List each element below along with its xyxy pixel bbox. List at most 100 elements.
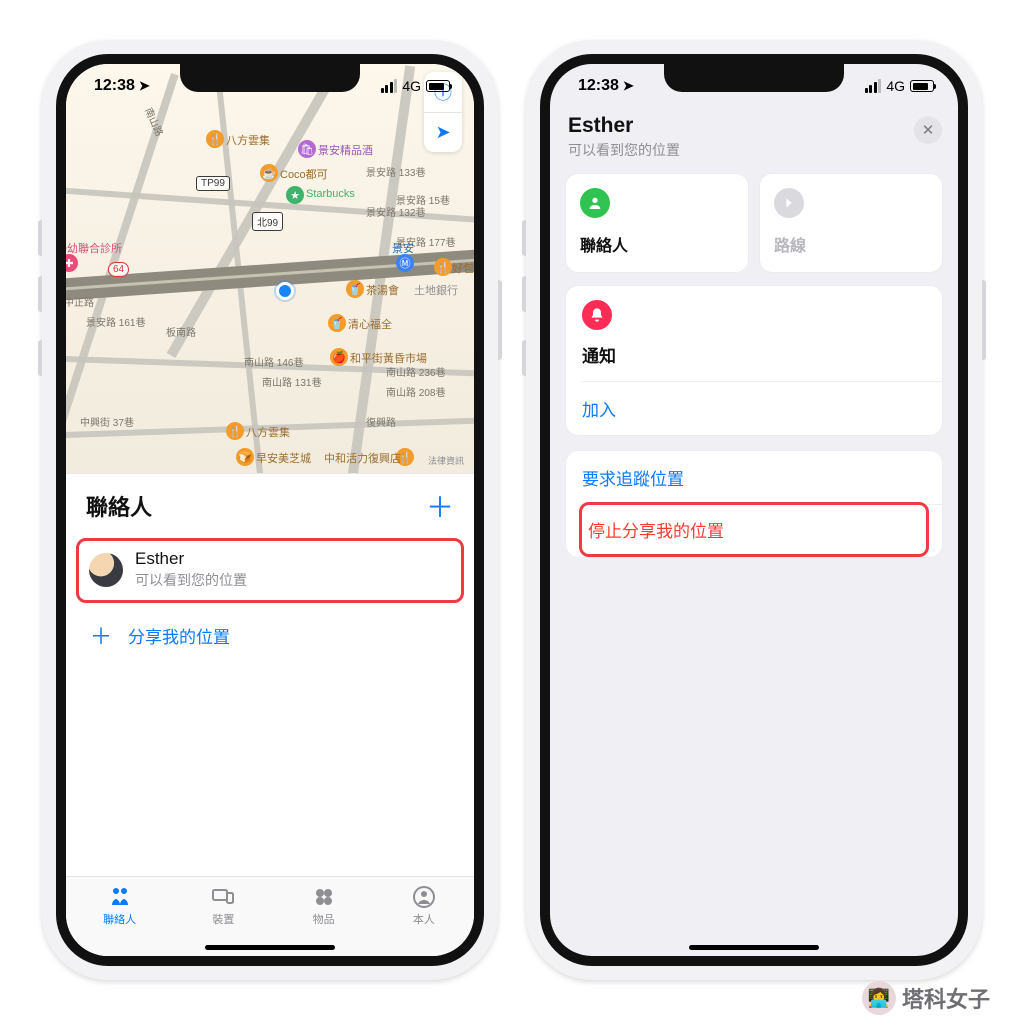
poi-label: 土地銀行 xyxy=(414,282,458,298)
highlight-contact-row: Esther 可以看到您的位置 xyxy=(76,538,464,603)
highway xyxy=(66,248,474,301)
route-shield: 北99 xyxy=(252,212,283,231)
street-label: 南山路 236巷 xyxy=(386,364,445,379)
contact-subtitle: 可以看到您的位置 xyxy=(135,570,247,590)
poi-drink-icon[interactable]: 🥤 xyxy=(328,314,346,332)
poi-label: 和平街黃昏市場 xyxy=(350,350,427,366)
me-icon xyxy=(411,885,437,909)
tab-bar: 聯絡人 裝置 物品 本人 xyxy=(66,876,474,956)
sheet-title: 聯絡人 xyxy=(86,490,152,522)
tab-people[interactable]: 聯絡人 xyxy=(103,885,136,927)
current-location-dot xyxy=(276,282,294,300)
status-time: 12:38 xyxy=(94,77,135,95)
map-legal-link[interactable]: 法律資訊 xyxy=(428,454,464,467)
share-location-row[interactable]: ＋ 分享我的位置 xyxy=(66,603,474,667)
request-tracking-row[interactable]: 要求追蹤位置 xyxy=(566,451,942,504)
poi-label: 茶湯會 xyxy=(366,282,399,298)
poi-label: 八方雲集 xyxy=(226,132,270,148)
close-button[interactable]: ✕ xyxy=(914,116,942,144)
poi-restaurant-icon[interactable]: 🍴 xyxy=(226,422,244,440)
watermark-text: 塔科女子 xyxy=(902,982,990,1014)
tile-contact[interactable]: 聯絡人 xyxy=(566,174,748,272)
tab-label: 聯絡人 xyxy=(103,911,136,927)
poi-restaurant-icon[interactable]: 🍞 xyxy=(236,448,254,466)
share-location-label: 分享我的位置 xyxy=(128,623,230,648)
highlight-stop-sharing: 停止分享我的位置 xyxy=(579,502,929,557)
phone-right: 12:38 ➤ 4G Esther 可以看到您的位置 ✕ xyxy=(526,40,982,980)
battery-icon xyxy=(910,80,934,92)
notifications-card: 通知 加入 xyxy=(566,286,942,435)
poi-label: Starbucks xyxy=(306,188,355,200)
tab-me[interactable]: 本人 xyxy=(411,885,437,927)
bell-icon xyxy=(582,300,612,330)
watermark-icon: 👩‍💻 xyxy=(862,981,896,1015)
add-contact-button[interactable]: ＋ xyxy=(426,486,454,526)
street-label: 中興街 37巷 xyxy=(80,414,134,429)
contact-row[interactable]: Esther 可以看到您的位置 xyxy=(89,549,451,590)
actions-card: 要求追蹤位置 停止分享我的位置 xyxy=(566,451,942,557)
detail-header: Esther 可以看到您的位置 ✕ xyxy=(550,108,958,174)
poi-clinic-icon[interactable]: ✚ xyxy=(66,254,78,272)
add-notification-row[interactable]: 加入 xyxy=(566,382,942,435)
network-label: 4G xyxy=(402,78,421,94)
poi-market-icon[interactable]: 🍎 xyxy=(330,348,348,366)
poi-cafe-icon[interactable]: ☕ xyxy=(260,164,278,182)
signal-icon xyxy=(865,79,882,93)
poi-shopping-icon[interactable]: 🛍 xyxy=(298,140,316,158)
signal-icon xyxy=(381,79,398,93)
street-label: 板南路 xyxy=(166,324,196,339)
street-label: 景安路 161巷 xyxy=(86,314,145,329)
poi-starbucks-icon[interactable]: ★ xyxy=(286,186,304,204)
street-label: 南山路 146巷 xyxy=(244,354,303,369)
contact-name: Esther xyxy=(568,114,940,138)
map[interactable]: 中正路 景安路 161巷 板南路 南山路 146巷 南山路 236巷 南山路 2… xyxy=(66,64,474,474)
poi-restaurant-icon[interactable]: 🍴 xyxy=(434,258,452,276)
status-time: 12:38 xyxy=(578,77,619,95)
devices-icon xyxy=(210,885,236,909)
route-icon xyxy=(774,188,804,218)
map-locate-button[interactable]: ➤ xyxy=(424,112,462,152)
battery-icon xyxy=(426,80,450,92)
home-indicator[interactable] xyxy=(205,945,335,950)
poi-label: 景安 xyxy=(392,240,414,256)
poi-drink-icon[interactable]: 🥤 xyxy=(346,280,364,298)
tab-label: 本人 xyxy=(413,911,435,927)
street-label: 南山路 131巷 xyxy=(262,374,321,389)
avatar xyxy=(89,553,123,587)
contact-subtitle: 可以看到您的位置 xyxy=(568,140,940,160)
person-icon xyxy=(580,188,610,218)
poi-label: 中和活力復興店 xyxy=(324,450,401,466)
people-icon xyxy=(107,885,133,909)
phone-left: 12:38 ➤ 4G xyxy=(42,40,498,980)
tab-label: 物品 xyxy=(313,911,335,927)
watermark: 👩‍💻 塔科女子 xyxy=(862,981,990,1015)
notch xyxy=(180,64,360,92)
poi-label: 景安精品酒 xyxy=(318,142,373,158)
home-indicator[interactable] xyxy=(689,945,819,950)
poi-label: 好包子 xyxy=(452,260,474,276)
street-label: 中正路 xyxy=(66,294,94,309)
tile-label: 路線 xyxy=(774,232,928,256)
plus-icon: ＋ xyxy=(90,619,112,651)
tab-label: 裝置 xyxy=(212,911,234,927)
stop-sharing-row[interactable]: 停止分享我的位置 xyxy=(582,505,926,554)
highway-shield: 64 xyxy=(108,262,129,277)
street-label: 景安路 133巷 xyxy=(366,164,425,179)
location-services-icon: ➤ xyxy=(139,78,150,94)
tile-route[interactable]: 路線 xyxy=(760,174,942,272)
network-label: 4G xyxy=(886,78,905,94)
street-label: 景安路 15巷 xyxy=(396,192,450,207)
poi-label: 早安美芝城 xyxy=(256,450,311,466)
poi-restaurant-icon[interactable]: 🍴 xyxy=(206,130,224,148)
location-services-icon: ➤ xyxy=(623,78,634,94)
tab-items[interactable]: 物品 xyxy=(311,885,337,927)
people-sheet: 聯絡人 ＋ Esther 可以看到您的位置 ＋ 分享我的位置 xyxy=(66,474,474,956)
poi-label: 清心福全 xyxy=(348,316,392,332)
items-icon xyxy=(311,885,337,909)
street-label: 南山路 208巷 xyxy=(386,384,445,399)
close-icon: ✕ xyxy=(922,121,935,139)
poi-metro-icon[interactable]: Ⓜ xyxy=(396,254,414,272)
contact-name: Esther xyxy=(135,549,247,569)
street-label: 復興路 xyxy=(366,414,396,429)
tab-devices[interactable]: 裝置 xyxy=(210,885,236,927)
